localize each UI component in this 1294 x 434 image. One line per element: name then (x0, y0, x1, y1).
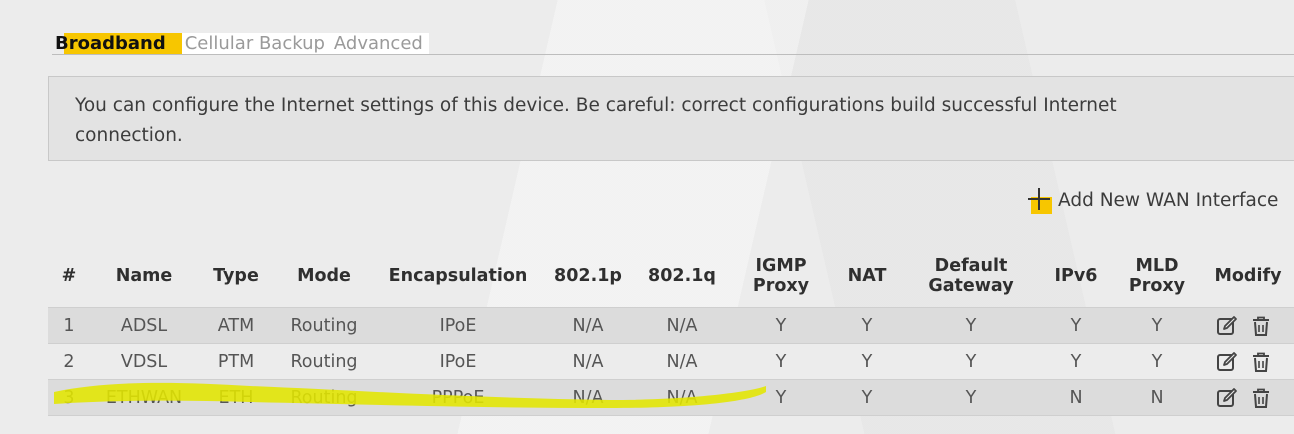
cell-mode: Routing (290, 351, 358, 372)
table-row: 3 ETHWAN ETH Routing PPPoE N/A N/A Y Y Y N N (48, 380, 1294, 415)
wan-table-header: # Name Type Mode Encapsulation 802.1p 802.1q IG… (48, 248, 1294, 304)
row-divider (48, 307, 1294, 308)
tab-bar: Broadband Cellular Backup Advanced (52, 33, 429, 55)
modify-actions (1216, 308, 1284, 343)
cell-nat: Y (861, 315, 873, 336)
cell-802-1q: N/A (666, 315, 698, 336)
cell-802-1p: N/A (572, 315, 604, 336)
tab-cellular-backup[interactable]: Cellular Backup (181, 33, 331, 55)
cell-mld-proxy: Y (1151, 315, 1163, 336)
trash-icon[interactable] (1250, 387, 1272, 409)
cell-encapsulation: IPoE (439, 315, 477, 336)
cell-igmp-proxy: Y (775, 351, 787, 372)
cell-mode: Routing (290, 315, 358, 336)
cell-802-1q: N/A (666, 351, 698, 372)
column-header-nat: NAT (847, 266, 887, 286)
cell-802-1q: N/A (666, 387, 698, 408)
plus-icon (1028, 186, 1054, 214)
modify-actions (1216, 344, 1284, 379)
cell-name: ETHWAN (105, 387, 183, 408)
cell-type: ATM (217, 315, 255, 336)
cell-mld-proxy: Y (1151, 351, 1163, 372)
cell-igmp-proxy: Y (775, 387, 787, 408)
table-row: 2 VDSL PTM Routing IPoE N/A N/A Y Y Y Y Y (48, 344, 1294, 379)
edit-icon[interactable] (1216, 315, 1238, 337)
cell-mode: Routing (290, 387, 358, 408)
tab-divider (52, 54, 1294, 55)
cell-igmp-proxy: Y (775, 315, 787, 336)
cell-802-1p: N/A (572, 387, 604, 408)
column-header-802-1p: 802.1p (554, 266, 622, 286)
trash-icon[interactable] (1250, 351, 1272, 373)
cell-nat: Y (861, 387, 873, 408)
cell-type: PTM (217, 351, 255, 372)
add-wan-interface-label: Add New WAN Interface (1058, 189, 1279, 211)
column-header-type: Type (213, 266, 259, 286)
column-header-default-gateway: Default Gateway (928, 256, 1014, 296)
cell-type: ETH (218, 387, 254, 408)
edit-icon[interactable] (1216, 351, 1238, 373)
column-header-ipv6: IPv6 (1054, 266, 1098, 286)
cell-default-gateway: Y (965, 387, 977, 408)
cell-name: ADSL (120, 315, 168, 336)
cell-ipv6: Y (1070, 315, 1082, 336)
cell-ipv6: Y (1070, 351, 1082, 372)
cell-default-gateway: Y (965, 315, 977, 336)
cell-index: 2 (63, 351, 75, 372)
table-row: 1 ADSL ATM Routing IPoE N/A N/A Y Y Y Y Y (48, 308, 1294, 343)
info-box: You can configure the Internet settings … (48, 76, 1294, 161)
edit-icon[interactable] (1216, 387, 1238, 409)
row-divider (48, 343, 1294, 344)
column-header-802-1q: 802.1q (648, 266, 716, 286)
row-divider (48, 415, 1294, 416)
column-header-index: # (61, 266, 77, 286)
info-text: You can configure the Internet settings … (75, 95, 1117, 146)
column-header-encapsulation: Encapsulation (388, 266, 528, 286)
tab-broadband[interactable]: Broadband (52, 33, 182, 55)
trash-icon[interactable] (1250, 315, 1272, 337)
cell-name: VDSL (120, 351, 168, 372)
row-divider (48, 379, 1294, 380)
cell-encapsulation: IPoE (439, 351, 477, 372)
tab-advanced[interactable]: Advanced (330, 33, 429, 55)
column-header-mld-proxy: MLD Proxy (1128, 256, 1186, 296)
cell-mld-proxy: N (1150, 387, 1164, 408)
cell-index: 1 (63, 315, 75, 336)
add-wan-interface-button[interactable]: Add New WAN Interface (1028, 186, 1278, 214)
column-header-name: Name (115, 266, 173, 286)
cell-default-gateway: Y (965, 351, 977, 372)
modify-actions (1216, 380, 1284, 415)
column-header-mode: Mode (297, 266, 351, 286)
cell-ipv6: N (1069, 387, 1083, 408)
cell-nat: Y (861, 351, 873, 372)
column-header-igmp-proxy: IGMP Proxy (752, 256, 810, 296)
cell-encapsulation: PPPoE (431, 387, 485, 408)
cell-802-1p: N/A (572, 351, 604, 372)
cell-index: 3 (63, 387, 75, 408)
column-header-modify: Modify (1214, 266, 1282, 286)
